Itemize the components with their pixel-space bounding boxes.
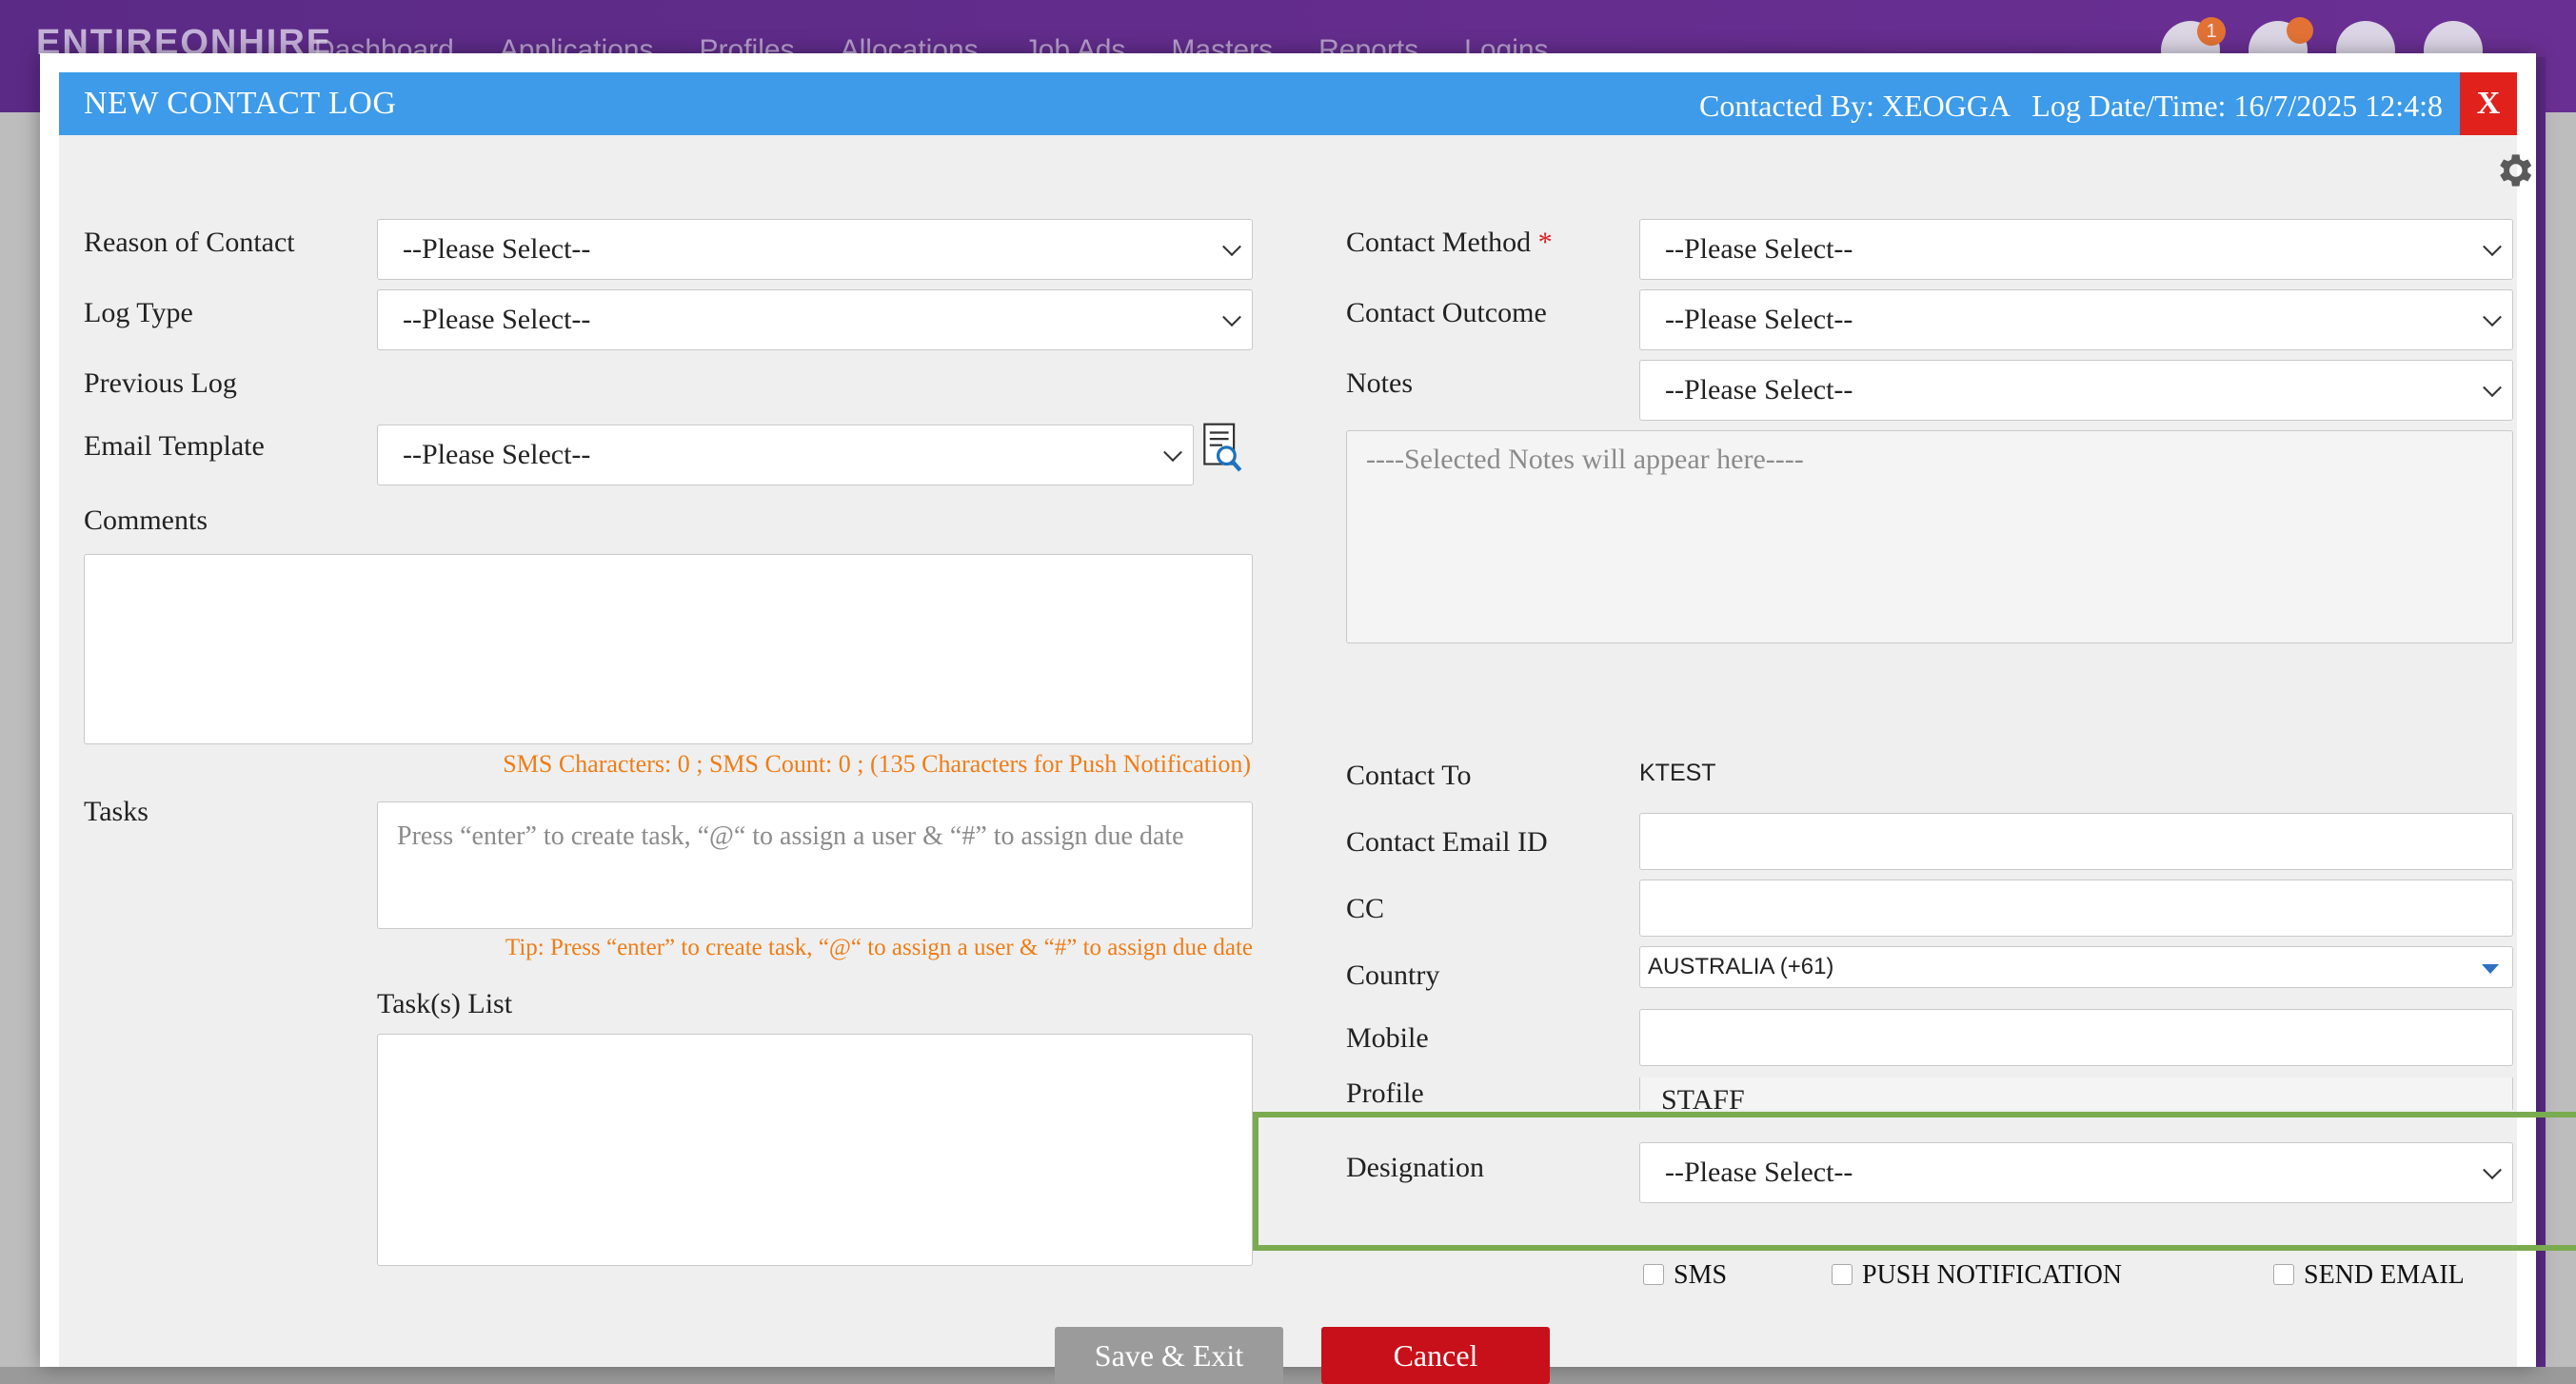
logtype-select-value: --Please Select-- bbox=[403, 304, 591, 335]
country-label: Country bbox=[1346, 959, 1440, 991]
sms-label: SMS bbox=[1674, 1260, 1728, 1290]
notes-select[interactable]: --Please Select-- bbox=[1639, 360, 2513, 421]
push-notification-label: PUSH NOTIFICATION bbox=[1862, 1260, 2123, 1290]
cc-input[interactable] bbox=[1639, 880, 2513, 937]
template-preview-icon[interactable] bbox=[1201, 421, 1243, 476]
modal-meta: Contacted By: XEOGGA Log Date/Time: 16/7… bbox=[1699, 89, 2443, 123]
tasks-tip-text: Tip: Press “enter” to create task, “@“ t… bbox=[505, 935, 1253, 960]
contact-to-label: Contact To bbox=[1346, 760, 1472, 791]
tasks-input[interactable]: Press “enter” to create task, “@“ to ass… bbox=[377, 801, 1253, 929]
dropdown-arrow-icon bbox=[2482, 964, 2499, 974]
contact-method-label-text: Contact Method bbox=[1346, 227, 1532, 258]
designation-highlight-box bbox=[1253, 1112, 2576, 1251]
modal-title: NEW CONTACT LOG bbox=[84, 86, 397, 121]
contact-email-input[interactable] bbox=[1639, 813, 2513, 870]
comments-textarea[interactable] bbox=[84, 554, 1253, 744]
logtype-select[interactable]: --Please Select-- bbox=[377, 289, 1253, 350]
email-template-label: Email Template bbox=[84, 430, 265, 462]
mobile-label: Mobile bbox=[1346, 1022, 1429, 1054]
status-dot bbox=[2287, 17, 2313, 44]
required-asterisk: * bbox=[1537, 227, 1553, 258]
send-email-label: SEND EMAIL bbox=[2304, 1260, 2465, 1290]
contact-method-label: Contact Method * bbox=[1346, 227, 1553, 259]
profile-label: Profile bbox=[1346, 1078, 1424, 1109]
send-email-checkbox[interactable] bbox=[2273, 1264, 2294, 1285]
reason-select[interactable]: --Please Select-- bbox=[377, 219, 1253, 280]
chevron-down-icon bbox=[1163, 443, 1182, 463]
country-select-value: AUSTRALIA (+61) bbox=[1648, 954, 1834, 979]
contact-outcome-select[interactable]: --Please Select-- bbox=[1639, 289, 2513, 350]
notes-select-value: --Please Select-- bbox=[1665, 374, 1853, 405]
logtype-label: Log Type bbox=[84, 297, 193, 328]
sms-checkbox[interactable] bbox=[1643, 1264, 1664, 1285]
modal-header: NEW CONTACT LOG Contacted By: XEOGGA Log… bbox=[59, 72, 2517, 135]
close-button[interactable]: X bbox=[2460, 72, 2517, 135]
profile-field[interactable]: STAFF bbox=[1639, 1078, 2513, 1110]
cc-label: CC bbox=[1346, 893, 1385, 924]
selected-notes-placeholder: ----Selected Notes will appear here---- bbox=[1366, 444, 1804, 475]
contact-outcome-select-value: --Please Select-- bbox=[1665, 304, 1853, 335]
chevron-down-icon bbox=[2483, 237, 2502, 257]
previous-log-label: Previous Log bbox=[84, 367, 237, 399]
profile-value: STAFF bbox=[1661, 1084, 1745, 1110]
chevron-down-icon bbox=[2483, 378, 2502, 398]
contact-email-label: Contact Email ID bbox=[1346, 826, 1548, 858]
push-notification-checkbox[interactable] bbox=[1832, 1264, 1853, 1285]
email-template-select[interactable]: --Please Select-- bbox=[377, 425, 1194, 485]
chevron-down-icon bbox=[2483, 307, 2502, 327]
notes-label: Notes bbox=[1346, 367, 1413, 399]
save-exit-button[interactable]: Save & Exit bbox=[1055, 1327, 1283, 1384]
contact-outcome-label: Contact Outcome bbox=[1346, 297, 1547, 328]
tasks-placeholder: Press “enter” to create task, “@“ to ass… bbox=[397, 821, 1184, 851]
cancel-button[interactable]: Cancel bbox=[1321, 1327, 1550, 1384]
contact-method-select-value: --Please Select-- bbox=[1665, 233, 1853, 265]
tasks-list-label: Task(s) List bbox=[377, 988, 513, 1019]
contact-method-select[interactable]: --Please Select-- bbox=[1639, 219, 2513, 280]
selected-notes-box[interactable]: ----Selected Notes will appear here---- bbox=[1346, 430, 2513, 643]
profile-row: Profile STAFF bbox=[1346, 1078, 2513, 1110]
country-select[interactable]: AUSTRALIA (+61) bbox=[1639, 946, 2513, 988]
comments-label: Comments bbox=[84, 504, 208, 536]
contact-to-value: KTEST bbox=[1639, 760, 1716, 786]
gear-icon[interactable] bbox=[2492, 148, 2536, 192]
chevron-down-icon bbox=[1222, 307, 1241, 327]
sms-info-text: SMS Characters: 0 ; SMS Count: 0 ; (135 … bbox=[503, 750, 1251, 778]
tasks-label: Tasks bbox=[84, 796, 149, 827]
email-template-select-value: --Please Select-- bbox=[403, 439, 591, 470]
chevron-down-icon bbox=[1222, 237, 1241, 257]
mobile-input[interactable] bbox=[1639, 1009, 2513, 1066]
tasks-list-box[interactable] bbox=[377, 1034, 1253, 1266]
notification-badge: 1 bbox=[2197, 17, 2226, 46]
reason-label: Reason of Contact bbox=[84, 227, 295, 258]
reason-select-value: --Please Select-- bbox=[403, 233, 591, 265]
